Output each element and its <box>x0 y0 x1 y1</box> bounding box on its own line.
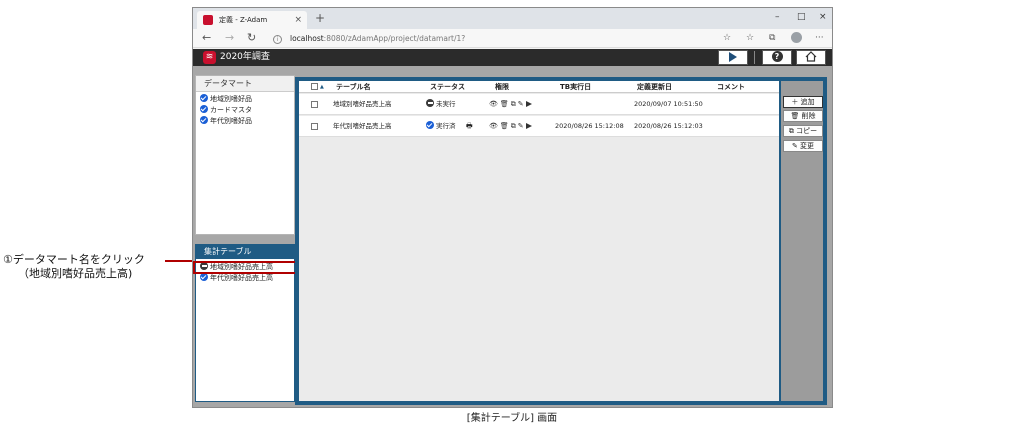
select-all-checkbox[interactable] <box>311 83 318 90</box>
row-tb-exec: 2020/08/26 15:12:08 <box>555 122 624 130</box>
close-window-button[interactable]: × <box>819 10 827 24</box>
address-bar: ← → ↻ i localhost:8080/zAdamApp/project/d… <box>193 29 832 48</box>
annotation-line <box>165 260 195 262</box>
sort-indicator-icon[interactable]: ▲ <box>320 81 324 93</box>
run-icon[interactable] <box>525 101 532 107</box>
new-tab-button[interactable]: + <box>315 10 325 26</box>
header-updated-date[interactable]: 定義更新日 <box>637 81 672 93</box>
row-name: 年代別嗜好品売上高 <box>333 122 392 130</box>
home-button[interactable] <box>796 50 826 65</box>
table-grid: ▲ テーブル名 ステータス 権限 TB実行日 定義更新日 コメント 地域別嗜好品… <box>299 81 779 401</box>
datamart-panel: データマート 地域別嗜好品 カードマスタ 年代別嗜好品 <box>195 75 295 235</box>
check-icon <box>200 273 208 281</box>
play-icon <box>729 51 737 62</box>
row-updated: 2020/09/07 10:51:50 <box>634 100 703 108</box>
app-title: 2020年調査 <box>220 52 270 62</box>
row-ops: 👁 🗑 ⧉ ✎ <box>489 94 534 115</box>
info-icon: i <box>273 34 282 44</box>
check-icon <box>200 116 208 124</box>
row-updated: 2020/08/26 15:12:03 <box>634 122 703 130</box>
app-logo-icon: ≋ <box>203 51 216 64</box>
datamart-panel-title: データマート <box>196 76 294 92</box>
collections-icon[interactable]: ⧉ <box>769 32 775 45</box>
check-icon <box>200 105 208 113</box>
main-frame: ▲ テーブル名 ステータス 権限 TB実行日 定義更新日 コメント 地域別嗜好品… <box>295 77 827 405</box>
summary-item[interactable]: 年代別嗜好品売上高 <box>196 273 294 284</box>
header-comment[interactable]: コメント <box>717 81 745 93</box>
edit-icon[interactable]: ✎ <box>518 116 524 137</box>
annotation-text: ①データマート名をクリック <box>3 253 145 266</box>
header-separator <box>754 51 755 64</box>
header-permission[interactable]: 権限 <box>495 81 509 93</box>
row-name: 地域別嗜好品売上高 <box>333 100 392 108</box>
row-checkbox[interactable] <box>311 123 318 130</box>
row-status: 未実行 <box>426 94 456 115</box>
header-table-name[interactable]: テーブル名 <box>336 81 371 93</box>
table-row[interactable]: 年代別嗜好品売上高 実行済 🖶 👁 🗑 ⧉ ✎ 2020/08/26 15:12:08… <box>299 116 779 137</box>
reload-button[interactable]: ↻ <box>247 31 256 45</box>
help-button[interactable]: ? <box>762 50 792 65</box>
maximize-button[interactable]: □ <box>797 10 806 24</box>
datamart-item[interactable]: カードマスタ <box>196 105 294 116</box>
table-row[interactable]: 地域別嗜好品売上高 未実行 👁 🗑 ⧉ ✎ 2020/09/07 10:51:50 <box>299 94 779 115</box>
url-path: :8080/zAdamApp/project/datamart/1? <box>323 34 466 43</box>
delete-button[interactable]: 🗑 削除 <box>783 110 823 122</box>
forward-button[interactable]: → <box>225 31 234 45</box>
check-icon <box>200 94 208 102</box>
check-icon <box>426 121 434 129</box>
run-button[interactable] <box>718 50 748 65</box>
datamart-item[interactable]: 地域別嗜好品 <box>196 94 294 105</box>
row-ops: 👁 🗑 ⧉ ✎ <box>489 116 534 137</box>
tab-close-icon[interactable]: × <box>294 11 302 29</box>
more-menu-icon[interactable]: ··· <box>815 32 824 45</box>
caption: [集計テーブル] 画面 <box>466 413 558 424</box>
browser-window: 定義 - Z-Adam × + – □ × ← → ↻ i localhost:8… <box>192 7 833 408</box>
back-button[interactable]: ← <box>202 31 211 45</box>
copy-button[interactable]: ⧉ コピー <box>783 125 823 137</box>
url-host: localhost <box>290 34 324 43</box>
not-executed-icon <box>426 99 434 107</box>
copy-icon[interactable]: ⧉ <box>511 116 516 137</box>
summary-panel-title: 集計テーブル <box>196 245 294 259</box>
header-tb-exec-date[interactable]: TB実行日 <box>560 81 591 93</box>
help-icon: ? <box>771 51 783 62</box>
edit-icon[interactable]: ✎ <box>518 94 524 115</box>
home-icon <box>805 51 817 62</box>
tab-title: 定義 - Z-Adam <box>219 16 268 24</box>
view-icon[interactable]: 👁 <box>489 116 498 137</box>
favorites-icon[interactable]: ☆ <box>746 32 754 45</box>
run-icon[interactable] <box>525 123 532 129</box>
annotation-subtext: （地域別嗜好品売上高) <box>18 267 133 280</box>
stage: ①データマート名をクリック （地域別嗜好品売上高) 定義 - Z-Adam × … <box>0 0 1024 440</box>
copy-icon[interactable]: ⧉ <box>511 94 516 115</box>
minimize-button[interactable]: – <box>775 10 780 24</box>
delete-icon[interactable]: 🗑 <box>500 116 509 137</box>
row-status: 実行済 <box>426 116 456 137</box>
edit-button[interactable]: ✎ 変更 <box>783 140 823 152</box>
row-checkbox[interactable] <box>311 101 318 108</box>
action-panel: ＋ 追加 🗑 削除 ⧉ コピー ✎ 変更 <box>781 81 823 401</box>
print-icon[interactable]: 🖶 <box>466 116 473 137</box>
favicon-icon <box>203 15 213 25</box>
add-button[interactable]: ＋ 追加 <box>783 96 823 108</box>
tab-bar: 定義 - Z-Adam × + – □ × <box>193 8 832 29</box>
profile-avatar[interactable] <box>791 32 802 43</box>
datamart-item[interactable]: 年代別嗜好品 <box>196 116 294 127</box>
browser-tab[interactable]: 定義 - Z-Adam × <box>197 11 307 29</box>
header-status[interactable]: ステータス <box>430 81 465 93</box>
app-header: ≋ 2020年調査 ? <box>193 49 832 66</box>
app-body: データマート 地域別嗜好品 カードマスタ 年代別嗜好品 集計テーブル 地域別嗜好… <box>193 66 832 407</box>
view-icon[interactable]: 👁 <box>489 94 498 115</box>
delete-icon[interactable]: 🗑 <box>500 94 509 115</box>
grid-header: ▲ テーブル名 ステータス 権限 TB実行日 定義更新日 コメント <box>299 81 779 93</box>
favorite-star-icon[interactable]: ☆ <box>723 32 731 45</box>
highlight-box <box>193 261 297 274</box>
url-field[interactable]: i localhost:8080/zAdamApp/project/datamar… <box>273 32 465 45</box>
